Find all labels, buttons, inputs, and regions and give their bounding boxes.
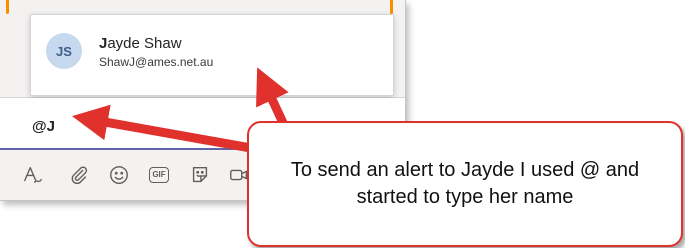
callout-text: To send an alert to Jayde I used @ and s… (290, 159, 640, 208)
annotation-callout: To send an alert to Jayde I used @ and s… (247, 121, 683, 247)
annotated-screenshot: JS Jayde Shaw ShawJ@ames.net.au @J GIF T… (0, 0, 685, 248)
accent-marker (390, 0, 393, 14)
sticker-icon[interactable] (187, 162, 213, 188)
mention-suggestion-popup: JS Jayde Shaw ShawJ@ames.net.au (30, 14, 394, 96)
person-email: ShawJ@ames.net.au (99, 55, 214, 69)
person-name-rest: ayde Shaw (107, 35, 182, 52)
mention-suggestion-item[interactable]: JS Jayde Shaw ShawJ@ames.net.au (31, 15, 393, 95)
gif-icon[interactable]: GIF (146, 162, 172, 188)
gif-label: GIF (149, 167, 169, 183)
format-icon[interactable] (20, 162, 46, 188)
attach-icon[interactable] (66, 162, 92, 188)
message-input-text: @J (32, 118, 55, 135)
emoji-icon[interactable] (106, 162, 132, 188)
avatar: JS (46, 33, 82, 69)
person-name: Jayde Shaw (99, 35, 182, 52)
accent-marker (6, 0, 9, 14)
